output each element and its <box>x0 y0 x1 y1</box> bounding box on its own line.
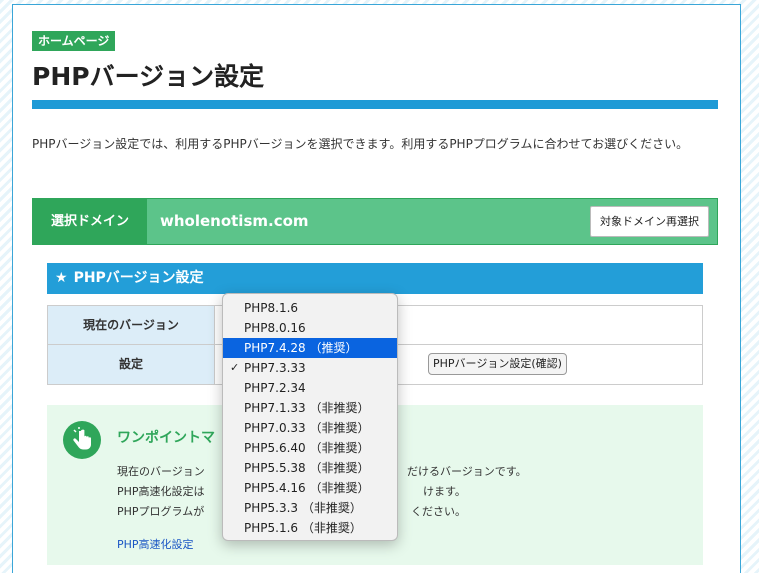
php-speedup-link[interactable]: PHP高速化設定 <box>117 536 194 552</box>
php-version-option[interactable]: PHP7.0.33 （非推奨） <box>223 418 397 438</box>
option-label: PHP7.3.33 <box>244 361 306 375</box>
confirm-php-version-button[interactable]: PHPバージョン設定(確認) <box>428 353 567 375</box>
onepoint-line-2-end: けます。 <box>423 485 466 498</box>
php-version-option[interactable]: PHP5.4.16 （非推奨） <box>223 478 397 498</box>
php-version-option[interactable]: PHP7.2.34 <box>223 378 397 398</box>
onepoint-line-3-start: PHPプログラムが <box>117 505 205 518</box>
onepoint-line-3-end: ください。 <box>411 505 466 518</box>
option-label: PHP5.1.6 （非推奨） <box>244 521 362 535</box>
option-label: PHP5.5.38 （非推奨） <box>244 461 370 475</box>
php-version-option[interactable]: PHP5.1.6 （非推奨） <box>223 518 397 538</box>
onepoint-line-1: 現在のバージョン だけるバージョンです。 <box>117 463 527 479</box>
title-underline <box>32 100 718 109</box>
option-label: PHP5.3.3 （非推奨） <box>244 501 362 515</box>
option-label: PHP8.1.6 <box>244 301 299 315</box>
option-label: PHP7.2.34 <box>244 381 306 395</box>
checkmark-icon: ✓ <box>230 361 240 374</box>
php-version-option[interactable]: PHP7.1.33 （非推奨） <box>223 398 397 418</box>
php-version-option-highlighted[interactable]: PHP7.4.28 （推奨） <box>223 338 397 358</box>
section-heading: ★ PHPバージョン設定 <box>47 263 703 294</box>
selected-domain-bar: 選択ドメイン wholenotism.com 対象ドメイン再選択 <box>32 198 718 245</box>
option-label: PHP5.4.16 （非推奨） <box>244 481 370 495</box>
php-version-option[interactable]: PHP5.5.38 （非推奨） <box>223 458 397 478</box>
onepoint-title: ワンポイントマ <box>117 430 215 446</box>
domain-label: 選択ドメイン <box>33 199 147 244</box>
php-version-option[interactable]: PHP8.0.16 <box>223 318 397 338</box>
onepoint-line-2: PHP高速化設定は けます。 <box>117 483 466 499</box>
page-title: PHPバージョン設定 <box>32 62 265 91</box>
option-label: PHP7.0.33 （非推奨） <box>244 421 370 435</box>
onepoint-line-3: PHPプログラムが ください。 <box>117 503 466 519</box>
php-version-option-selected[interactable]: ✓ PHP7.3.33 <box>223 358 397 378</box>
current-version-label: 現在のバージョン <box>48 306 215 344</box>
option-label: PHP7.4.28 （推奨） <box>244 341 358 355</box>
onepoint-line-2-start: PHP高速化設定は <box>117 485 205 498</box>
php-version-option[interactable]: PHP5.6.40 （非推奨） <box>223 438 397 458</box>
domain-name: wholenotism.com <box>160 212 309 230</box>
star-icon: ★ <box>55 270 68 286</box>
option-label: PHP5.6.40 （非推奨） <box>244 441 370 455</box>
onepoint-line-1-end: だけるバージョンです。 <box>407 465 527 478</box>
home-badge[interactable]: ホームページ <box>32 31 116 51</box>
pointing-hand-icon <box>63 421 101 459</box>
php-version-option[interactable]: PHP8.1.6 <box>223 298 397 318</box>
option-label: PHP7.1.33 （非推奨） <box>244 401 370 415</box>
php-version-dropdown[interactable]: PHP8.1.6 PHP8.0.16 PHP7.4.28 （推奨） ✓ PHP7.… <box>222 293 398 541</box>
php-version-option[interactable]: PHP5.3.3 （非推奨） <box>223 498 397 518</box>
intro-text: PHPバージョン設定では、利用するPHPバージョンを選択できます。利用するPHP… <box>32 137 689 151</box>
reselect-domain-button[interactable]: 対象ドメイン再選択 <box>590 206 709 237</box>
setting-label: 設定 <box>48 345 215 384</box>
onepoint-line-1-start: 現在のバージョン <box>117 465 205 478</box>
section-title: PHPバージョン設定 <box>73 270 204 286</box>
option-label: PHP8.0.16 <box>244 321 306 335</box>
